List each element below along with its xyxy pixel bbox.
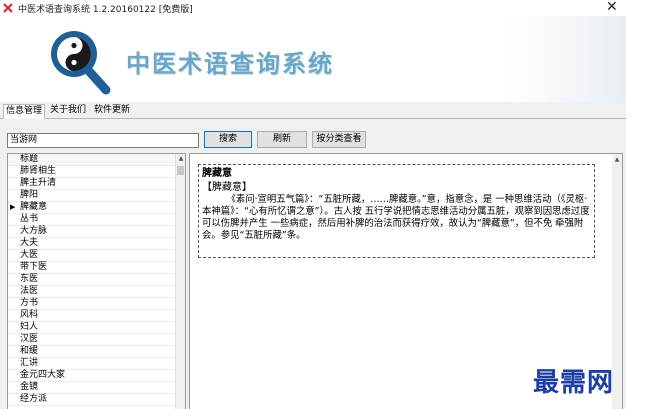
list-item[interactable]: 大方脉: [8, 226, 176, 238]
refresh-button[interactable]: 刷新: [257, 131, 307, 148]
list-item-label: 方书: [20, 298, 39, 308]
term-heading: 【脾藏意】: [202, 182, 252, 193]
tab-software-update[interactable]: 软件更新: [92, 104, 132, 117]
close-icon[interactable]: ✕: [606, 0, 618, 15]
app-window: 中医术语查询系统 1.2.20160122 [免费版] ✕ 中医术语查询系统 信…: [0, 0, 626, 409]
term-description: 《素问·宣明五气篇》：“五脏所藏，……脾藏意。”意，指意念，是 一种思维活动（《…: [202, 194, 590, 241]
list-item[interactable]: 大夫: [8, 238, 176, 250]
list-item[interactable]: 带下医: [8, 262, 176, 274]
list-item-label: 汉医: [20, 334, 39, 344]
list-item[interactable]: 风科: [8, 310, 176, 322]
list-item[interactable]: 金元四大家: [8, 370, 176, 382]
search-button[interactable]: 搜索: [204, 131, 252, 148]
list-item[interactable]: 方书: [8, 298, 176, 310]
list-item[interactable]: 法医: [8, 286, 176, 298]
list-item-label: 金元四大家: [20, 370, 66, 380]
list-item-label: 汇讲: [20, 358, 39, 368]
search-input[interactable]: 当游网: [7, 133, 199, 148]
list-header[interactable]: 标题: [8, 154, 176, 166]
tab-about-us[interactable]: 关于我们: [48, 104, 88, 117]
list-item-label: 法医: [20, 286, 39, 296]
list-item[interactable]: 丛书: [8, 214, 176, 226]
list-item-label: 大方脉: [20, 226, 48, 236]
category-view-button[interactable]: 按分类查看: [312, 131, 366, 148]
app-icon: [3, 3, 13, 13]
list-item[interactable]: 肺肾相生: [8, 166, 176, 178]
row-pointer-icon: ▶: [10, 203, 16, 211]
term-list-items: 标题 肺肾相生脾主升清脾阳 ▶ 脾藏意丛书大方脉大夫大医带下医东医法医方书风科妇人汉…: [8, 154, 176, 406]
list-item-label: 妇人: [20, 322, 39, 332]
list-item[interactable]: 妇人: [8, 322, 176, 334]
list-item[interactable]: 脾阳: [8, 190, 176, 202]
list-item-label: 和缓: [20, 346, 39, 356]
term-list: 标题 肺肾相生脾主升清脾阳 ▶ 脾藏意丛书大方脉大夫大医带下医东医法医方书风科妇人汉…: [7, 153, 186, 409]
list-item[interactable]: 东医: [8, 274, 176, 286]
list-item[interactable]: 汉医: [8, 334, 176, 346]
scroll-thumb[interactable]: [177, 166, 184, 175]
list-item-label: 大医: [20, 250, 39, 260]
list-item-label: 带下医: [20, 262, 48, 272]
list-item-label: 肺肾相生: [20, 166, 57, 176]
list-scrollbar[interactable]: ▲: [175, 154, 185, 409]
yin-yang-magnifier-icon: [51, 31, 111, 95]
list-item-label: 脾藏意: [20, 202, 48, 212]
tab-info-management[interactable]: 信息管理: [3, 104, 46, 119]
list-item-label: 脾阳: [20, 190, 39, 200]
banner: 中医术语查询系统: [0, 16, 626, 102]
list-item-label: 大夫: [20, 238, 39, 248]
list-item-label: 脾主升清: [20, 178, 57, 188]
menu-tabs: 信息管理 关于我们 软件更新: [0, 104, 626, 119]
term-entry: 脾藏意 【脾藏意】 《素问·宣明五气篇》：“五脏所藏，……脾藏意。”意，指意念，…: [198, 164, 595, 258]
list-item[interactable]: 脾主升清: [8, 178, 176, 190]
list-item-label: 风科: [20, 310, 39, 320]
list-item[interactable]: 经方派: [8, 394, 176, 406]
list-item[interactable]: 金镜: [8, 382, 176, 394]
window-title: 中医术语查询系统 1.2.20160122 [免费版]: [18, 5, 193, 15]
watermark: 最需网: [533, 368, 615, 398]
banner-fade: [506, 16, 626, 102]
list-item[interactable]: 汇讲: [8, 358, 176, 370]
list-item-label: 金镜: [20, 382, 39, 392]
list-item[interactable]: ▶ 脾藏意: [8, 202, 176, 214]
list-item-label: 丛书: [20, 214, 39, 224]
list-item-label: 东医: [20, 274, 39, 284]
scroll-up-icon[interactable]: ▲: [613, 156, 621, 163]
list-item[interactable]: 和缓: [8, 346, 176, 358]
list-item-label: 经方派: [20, 394, 48, 404]
title-bar: 中医术语查询系统 1.2.20160122 [免费版] ✕: [0, 0, 626, 16]
scroll-up-icon[interactable]: ▲: [177, 155, 185, 162]
term-title: 脾藏意: [202, 168, 232, 179]
list-item[interactable]: 大医: [8, 250, 176, 262]
banner-title: 中医术语查询系统: [126, 50, 334, 78]
